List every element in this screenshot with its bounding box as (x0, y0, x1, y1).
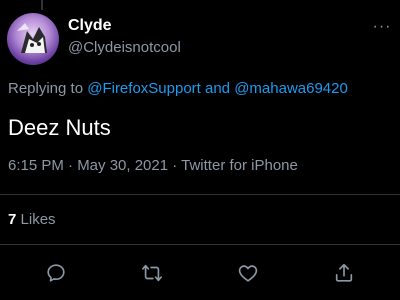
display-name[interactable]: Clyde (68, 16, 181, 36)
likes-stat[interactable]: 7 Likes (8, 211, 56, 228)
share-icon (335, 263, 353, 282)
user-handle[interactable]: @Clydeisnotcool (68, 38, 181, 58)
tweet-timestamp[interactable]: 6:15 PM · May 30, 2021 · Twitter for iPh… (8, 157, 298, 174)
likes-count: 7 (8, 211, 17, 228)
retweet-button[interactable] (137, 258, 167, 288)
author-names: Clyde @Clydeisnotcool (68, 16, 181, 58)
share-button[interactable] (329, 258, 359, 288)
replying-prefix: Replying to (8, 80, 84, 97)
retweet-icon (142, 264, 162, 282)
more-options-button[interactable]: ··· (372, 19, 392, 35)
replying-to-line: Replying to @FirefoxSupport and @mahawa6… (8, 80, 348, 97)
divider (0, 194, 400, 195)
tweet-text: Deez Nuts (8, 115, 111, 140)
tweet-header: Clyde @Clydeisnotcool ··· (7, 11, 392, 65)
like-button[interactable] (233, 258, 263, 288)
divider (0, 244, 400, 245)
avatar[interactable] (7, 13, 59, 65)
action-bar (0, 258, 400, 288)
reply-button[interactable] (41, 258, 71, 288)
mention-link-firefoxsupport[interactable]: @FirefoxSupport (87, 80, 201, 97)
replying-conjunction: and (205, 80, 231, 97)
heart-icon (238, 265, 258, 282)
mention-link-mahawa[interactable]: @mahawa69420 (234, 80, 348, 97)
avatar-image (17, 23, 47, 53)
likes-label: Likes (20, 211, 56, 228)
reply-icon (47, 264, 65, 282)
thread-connector-line (41, 0, 43, 10)
